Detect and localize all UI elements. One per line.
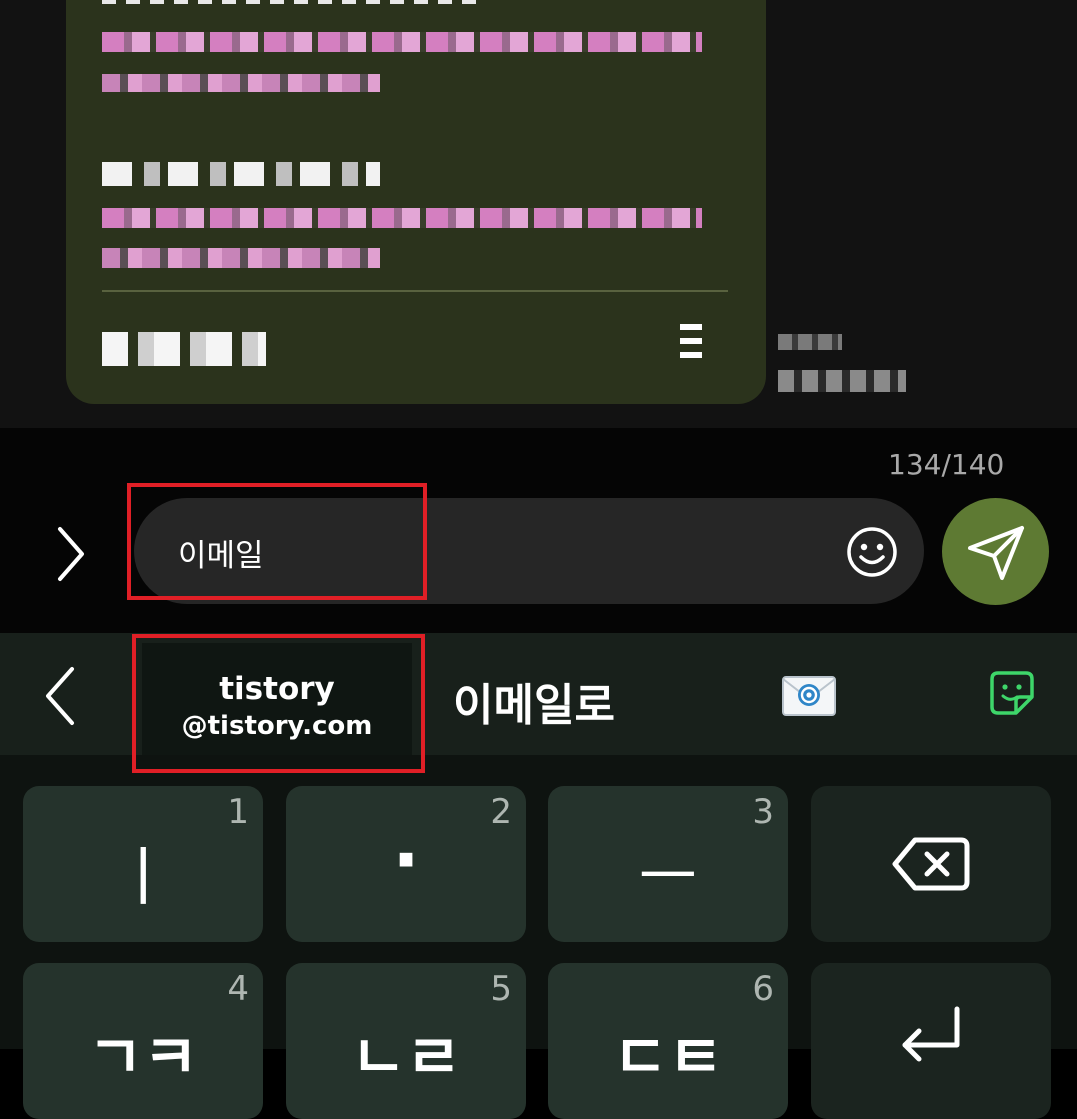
key-1[interactable]: 1 ㅣ [23,786,263,942]
char-counter: 134/140 [888,448,1005,481]
obscured-link [102,248,380,268]
backspace-key[interactable] [811,786,1051,942]
obscured-timestamp [778,334,842,350]
sticker-button[interactable] [988,669,1036,717]
key-2[interactable]: 2 · [286,786,526,942]
key-3[interactable]: 3 ㅡ [548,786,788,942]
key-5[interactable]: 5 ㄴㄹ [286,963,526,1119]
suggestion-back-button[interactable] [40,663,80,729]
obscured-text [102,162,380,186]
key-glyph: · [392,818,420,902]
expand-button[interactable] [48,523,94,585]
obscured-link [102,208,702,228]
key-6[interactable]: 6 ㄷㅌ [548,963,788,1119]
chevron-left-icon [46,667,74,725]
highlight-box-suggestion [132,634,425,773]
suggestion-word[interactable]: 이메일로 [453,669,615,733]
key-number: 6 [752,969,774,1009]
obscured-button-text [102,332,266,366]
chevron-right-icon [58,527,84,581]
email-icon [782,676,836,716]
key-number: 4 [227,969,249,1009]
key-glyph: ㄴㄹ [350,1023,462,1093]
send-icon [967,525,1024,580]
backspace-icon [892,837,970,891]
key-number: 5 [490,969,512,1009]
obscured-link [102,74,380,92]
key-glyph: ㄷㅌ [612,1023,724,1093]
obscured-more [680,324,702,366]
message-bubble[interactable] [66,0,766,404]
key-4[interactable]: 4 ㄱㅋ [23,963,263,1119]
enter-key[interactable] [811,963,1051,1119]
chat-area [0,0,1077,428]
emoji-button[interactable] [844,524,900,580]
keyboard: 1 ㅣ 2 · 3 ㅡ 4 ㄱㅋ 5 ㄴㄹ 6 ㄷㅌ [0,755,1077,1119]
obscured-link [102,32,702,52]
key-glyph: ㄱㅋ [87,1023,199,1093]
email-emoji-suggestion[interactable] [781,673,837,719]
highlight-box-input [127,483,427,600]
send-button[interactable] [942,498,1049,605]
key-glyph: ㅣ [113,841,173,915]
key-glyph: ㅡ [638,841,698,915]
smiley-icon [847,527,897,577]
sticker-icon [990,671,1034,715]
obscured-timestamp [778,370,906,392]
enter-icon [902,1006,960,1062]
bubble-divider [102,290,728,292]
obscured-text [102,0,482,4]
